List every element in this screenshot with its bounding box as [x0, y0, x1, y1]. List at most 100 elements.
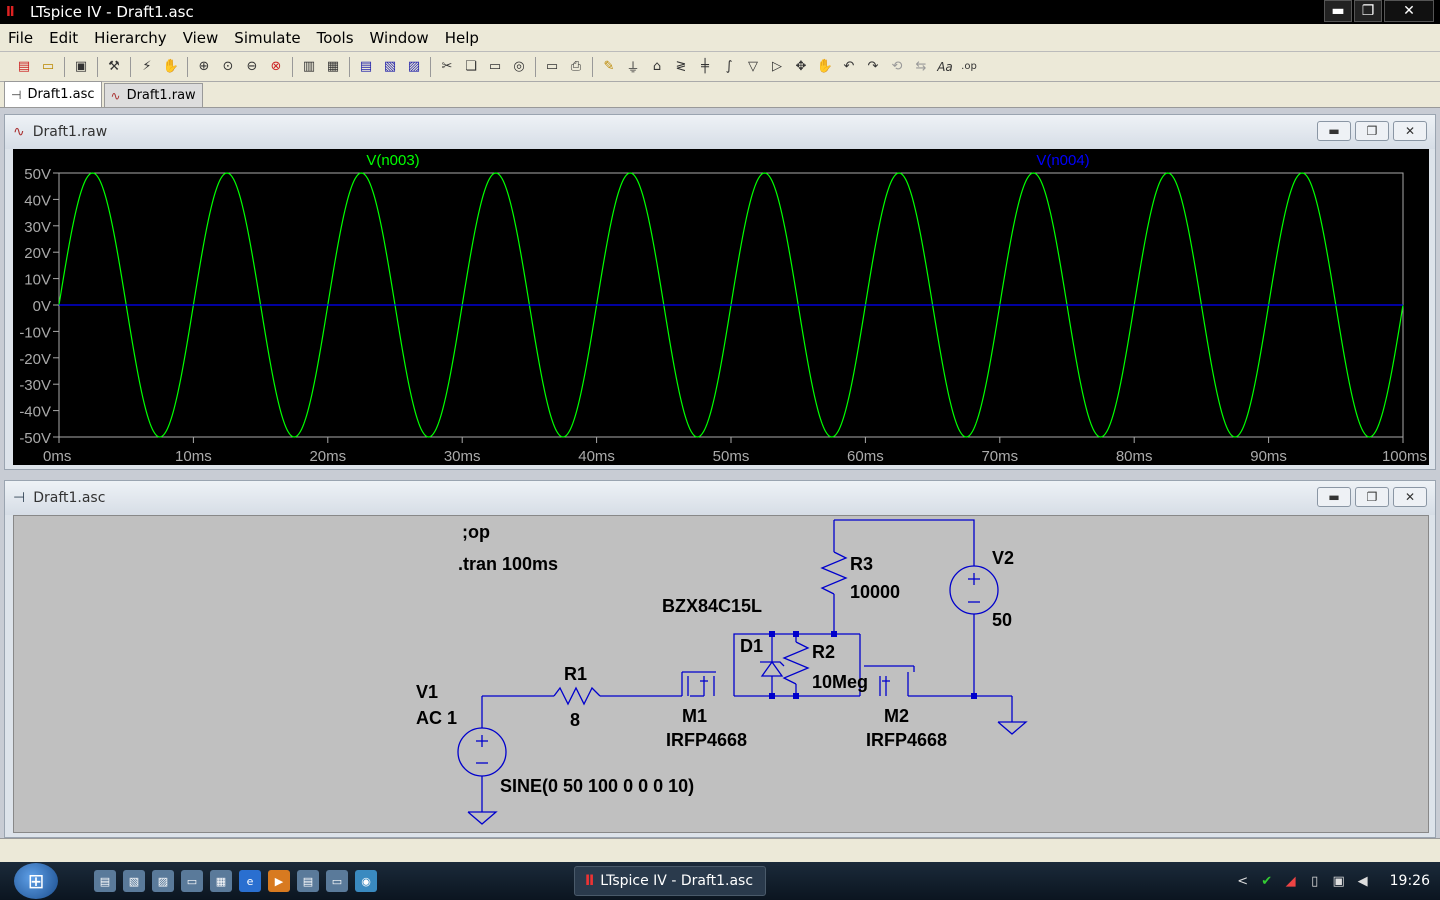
waveform-plot[interactable]: 50V 40V 30V 20V 10V 0V -10V -20V -30V -40V -50V 0ms… [13, 149, 1429, 465]
quicklaunch-app-icon[interactable]: ▧ [123, 870, 145, 892]
move-icon[interactable]: ✥ [791, 57, 811, 77]
child-restore-button[interactable]: ❐ [1355, 121, 1389, 141]
tab-draft1-asc[interactable]: ⊣ Draft1.asc [4, 81, 102, 107]
schematic-window-titlebar[interactable]: ⊣ Draft1.asc [5, 481, 1435, 515]
trace-label[interactable]: V(n003) [366, 152, 419, 169]
v1-sine[interactable]: SINE(0 50 100 0 0 0 10) [500, 776, 694, 796]
print-setup-icon[interactable]: ▭ [542, 57, 562, 77]
v2-value[interactable]: 50 [992, 610, 1012, 630]
save-icon[interactable]: ▣ [71, 57, 91, 77]
resistor-icon[interactable]: ≷ [671, 57, 691, 77]
tile-vertical-icon[interactable]: ▨ [404, 57, 424, 77]
ground-icon[interactable]: ⏚ [623, 57, 643, 77]
run-icon[interactable]: ⚡ [137, 57, 157, 77]
restore-button[interactable]: ❐ [1354, 0, 1382, 22]
menu-tools[interactable]: Tools [309, 29, 362, 47]
v2-ref[interactable]: V2 [992, 548, 1014, 568]
paste-icon[interactable]: ▭ [485, 57, 505, 77]
redo-icon[interactable]: ↷ [863, 57, 883, 77]
cut-icon[interactable]: ✂ [437, 57, 457, 77]
tray-security-icon[interactable]: ✔ [1258, 872, 1276, 890]
r3-value[interactable]: 10000 [850, 582, 900, 602]
cascade-icon[interactable]: ▤ [356, 57, 376, 77]
open-icon[interactable]: ▭ [38, 57, 58, 77]
close-button[interactable]: ✕ [1384, 0, 1434, 22]
waveform-window-titlebar[interactable]: ∿ Draft1.raw [5, 115, 1435, 149]
label-icon[interactable]: ⌂ [647, 57, 667, 77]
new-schematic-icon[interactable]: ▤ [14, 57, 34, 77]
quicklaunch-app4-icon[interactable]: ▤ [297, 870, 319, 892]
find-icon[interactable]: ◎ [509, 57, 529, 77]
quicklaunch-media-icon[interactable]: ▶ [268, 870, 290, 892]
start-button[interactable]: ⊞ [14, 863, 58, 899]
child-restore-button[interactable]: ❐ [1355, 487, 1389, 507]
op-directive[interactable]: ;op [462, 522, 490, 542]
r1-value[interactable]: 8 [570, 710, 580, 730]
menu-help[interactable]: Help [437, 29, 487, 47]
r2-ref[interactable]: R2 [812, 642, 835, 662]
text-icon[interactable]: Aa [935, 57, 955, 77]
zoom-out-icon[interactable]: ⊖ [242, 57, 262, 77]
halt-icon[interactable]: ✋ [161, 57, 181, 77]
menu-view[interactable]: View [175, 29, 227, 47]
v1-value[interactable]: AC 1 [416, 708, 457, 728]
m1-ref[interactable]: M1 [682, 706, 707, 726]
menu-file[interactable]: File [0, 29, 41, 47]
mirror-icon[interactable]: ⇆ [911, 57, 931, 77]
control-panel-icon[interactable]: ⚒ [104, 57, 124, 77]
diode-icon[interactable]: ▽ [743, 57, 763, 77]
component-icon[interactable]: ▷ [767, 57, 787, 77]
m2-ref[interactable]: M2 [884, 706, 909, 726]
v1-ref[interactable]: V1 [416, 682, 438, 702]
minimize-button[interactable]: ▬ [1324, 0, 1352, 22]
tray-volume-icon[interactable]: ◀ [1354, 872, 1372, 890]
child-minimize-button[interactable]: ▬ [1317, 121, 1351, 141]
menu-window[interactable]: Window [362, 29, 437, 47]
rotate-icon[interactable]: ⟲ [887, 57, 907, 77]
tray-device-icon[interactable]: ▯ [1306, 872, 1324, 890]
quicklaunch-app6-icon[interactable]: ◉ [355, 870, 377, 892]
drag-icon[interactable]: ✋ [815, 57, 835, 77]
menu-edit[interactable]: Edit [41, 29, 86, 47]
menu-simulate[interactable]: Simulate [226, 29, 308, 47]
child-close-button[interactable]: ✕ [1393, 487, 1427, 507]
quicklaunch-app2-icon[interactable]: ▨ [152, 870, 174, 892]
quicklaunch-app3-icon[interactable]: ▦ [210, 870, 232, 892]
child-minimize-button[interactable]: ▬ [1317, 487, 1351, 507]
child-close-button[interactable]: ✕ [1393, 121, 1427, 141]
quicklaunch-app5-icon[interactable]: ▭ [326, 870, 348, 892]
d1-ref[interactable]: D1 [740, 636, 763, 656]
m1-value[interactable]: IRFP4668 [666, 730, 747, 750]
r3-ref[interactable]: R3 [850, 554, 873, 574]
tray-expand-icon[interactable]: < [1234, 872, 1252, 890]
spice-directive-icon[interactable]: .op [959, 57, 979, 77]
print-icon[interactable]: ⎙ [566, 57, 586, 77]
zoom-cancel-icon[interactable]: ⊗ [266, 57, 286, 77]
tab-draft1-raw[interactable]: ∿ Draft1.raw [103, 83, 203, 107]
tray-app-icon[interactable]: ◢ [1282, 872, 1300, 890]
taskbar-ltspice-button[interactable]: Ⅱ LTspice IV - Draft1.asc [574, 866, 766, 896]
quicklaunch-desktop-icon[interactable]: ▭ [181, 870, 203, 892]
schematic-canvas[interactable]: ;op .tran 100ms V1 AC 1 SINE(0 50 100 0 … [13, 515, 1429, 833]
tile-horizontal-icon[interactable]: ▧ [380, 57, 400, 77]
autorange-icon[interactable]: ▥ [299, 57, 319, 77]
tran-directive[interactable]: .tran 100ms [458, 554, 558, 574]
r1-ref[interactable]: R1 [564, 664, 587, 684]
trace-label[interactable]: V(n004) [1036, 152, 1089, 169]
wire-icon[interactable]: ✎ [599, 57, 619, 77]
tray-network-icon[interactable]: ▣ [1330, 872, 1348, 890]
menu-hierarchy[interactable]: Hierarchy [86, 29, 175, 47]
undo-icon[interactable]: ↶ [839, 57, 859, 77]
tile-icon[interactable]: ▦ [323, 57, 343, 77]
capacitor-icon[interactable]: ╪ [695, 57, 715, 77]
zoom-in-icon[interactable]: ⊕ [194, 57, 214, 77]
r2-value[interactable]: 10Meg [812, 672, 868, 692]
quicklaunch-docs-icon[interactable]: ▤ [94, 870, 116, 892]
x-tick-label: 80ms [1116, 448, 1153, 465]
m2-value[interactable]: IRFP4668 [866, 730, 947, 750]
d1-value[interactable]: BZX84C15L [662, 596, 762, 616]
inductor-icon[interactable]: ∫ [719, 57, 739, 77]
copy-icon[interactable]: ❏ [461, 57, 481, 77]
quicklaunch-ie-icon[interactable]: e [239, 870, 261, 892]
zoom-full-icon[interactable]: ⊙ [218, 57, 238, 77]
